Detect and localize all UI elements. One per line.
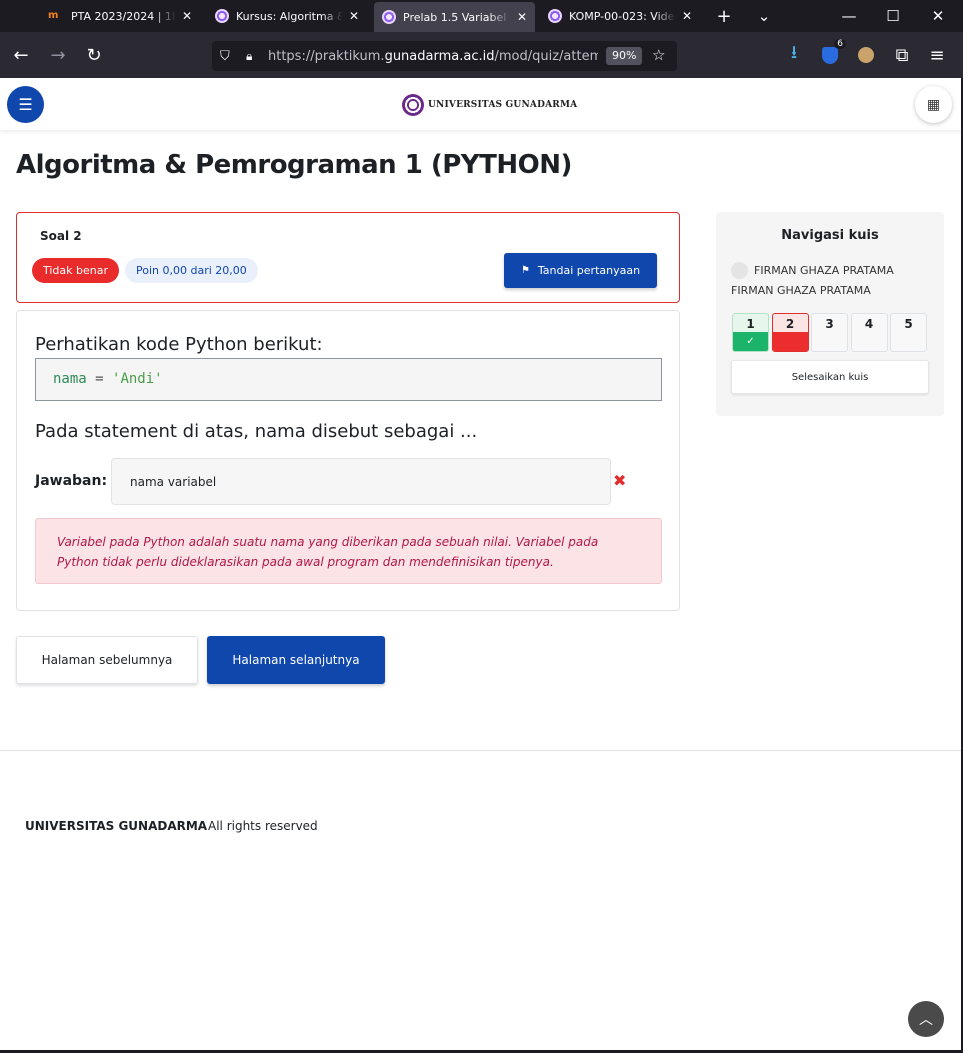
ug-seal-icon bbox=[215, 9, 229, 23]
question-buttons: 1 ✓ 2 3 4 5 bbox=[732, 313, 930, 352]
back-to-top-button[interactable]: ︿ bbox=[908, 1001, 944, 1037]
close-tab-icon[interactable]: ✕ bbox=[682, 9, 692, 23]
blocks-drawer-button[interactable]: ▦ bbox=[915, 86, 952, 123]
hamburger-icon: ☰ bbox=[18, 95, 33, 114]
browser-tab[interactable]: m PTA 2023/2024 | 1IA0 ✕ bbox=[40, 0, 200, 32]
code-variable: nama bbox=[53, 371, 87, 387]
close-tab-icon[interactable]: ✕ bbox=[517, 10, 527, 24]
flag-icon: ⚑ bbox=[520, 265, 530, 276]
finish-attempt-button[interactable]: Selesaikan kuis bbox=[731, 360, 929, 394]
user-info: FIRMAN GHAZA PRATAMA FIRMAN GHAZA PRATAM… bbox=[731, 261, 931, 301]
user-name: FIRMAN GHAZA PRATAMA FIRMAN GHAZA PRATAM… bbox=[731, 264, 894, 297]
lock-icon[interactable]: 🔒︎ bbox=[246, 49, 260, 64]
extensions-icon[interactable]: ⧉ bbox=[891, 44, 913, 66]
extension-face-icon[interactable] bbox=[855, 44, 877, 66]
browser-tab[interactable]: Kursus: Algoritma & ✕ bbox=[207, 0, 367, 32]
code-string: 'Andi' bbox=[112, 371, 163, 387]
answer-label: Jawaban: bbox=[35, 473, 108, 489]
browser-tab-active[interactable]: Prelab 1.5 Variabel (p ✕ bbox=[374, 2, 535, 32]
question-button-3[interactable]: 3 bbox=[811, 313, 848, 352]
site-logo[interactable]: UNIVERSITAS GUNADARMA bbox=[402, 94, 577, 116]
page-title: Algoritma & Pemrograman 1 (PYTHON) bbox=[16, 150, 572, 180]
flag-question-button[interactable]: ⚑ Tandai pertanyaan bbox=[504, 253, 657, 288]
download-icon[interactable]: ⭳ bbox=[783, 42, 805, 66]
back-icon[interactable]: ← bbox=[10, 44, 32, 66]
question-intro: Perhatikan kode Python berikut: bbox=[35, 334, 323, 355]
drawer-menu-button[interactable]: ☰ bbox=[7, 86, 44, 123]
tab-title: Kursus: Algoritma & bbox=[236, 9, 343, 23]
footer-copyright: All rights reserved bbox=[208, 819, 318, 833]
browser-toolbar: ← → ↻ ⛉ 🔒︎ https://praktikum.gunadarma.a… bbox=[0, 32, 963, 78]
footer-divider bbox=[0, 750, 963, 751]
question-number-label: 5 bbox=[904, 317, 913, 331]
question-text: Pada statement di atas, nama disebut seb… bbox=[35, 421, 478, 442]
question-button-2[interactable]: 2 bbox=[771, 313, 809, 352]
question-button-4[interactable]: 4 bbox=[850, 313, 888, 352]
window-close-icon[interactable]: ✕ bbox=[927, 5, 949, 27]
ug-seal-icon bbox=[548, 9, 562, 23]
question-number-label: 3 bbox=[825, 317, 834, 331]
incorrect-bar bbox=[772, 332, 808, 351]
list-tabs-icon[interactable]: ⌄ bbox=[753, 5, 775, 27]
question-info: Soal 2 Tidak benar Poin 0,00 dari 20,00 … bbox=[16, 212, 680, 303]
quiz-navigation-block: Navigasi kuis FIRMAN GHAZA PRATAMA FIRMA… bbox=[716, 212, 944, 416]
ug-seal-icon bbox=[382, 10, 396, 24]
feedback-text: Variabel pada Python adalah suatu nama y… bbox=[35, 518, 662, 584]
question-number-label: 1 bbox=[746, 317, 755, 331]
browser-tab[interactable]: KOMP-00-023: Video ✕ bbox=[540, 0, 700, 32]
moodle-icon: m bbox=[48, 10, 59, 21]
close-tab-icon[interactable]: ✕ bbox=[182, 9, 192, 23]
question-number: Soal 2 bbox=[40, 229, 82, 243]
incorrect-icon: ✖ bbox=[613, 471, 627, 490]
bookmark-star-icon[interactable]: ☆ bbox=[652, 46, 665, 64]
question-number-label: 2 bbox=[785, 317, 795, 331]
tab-title: Prelab 1.5 Variabel (p bbox=[403, 10, 511, 24]
footer-brand: UNIVERSITAS GUNADARMA bbox=[25, 819, 208, 833]
flag-question-label: Tandai pertanyaan bbox=[537, 264, 641, 277]
grid-icon: ▦ bbox=[926, 96, 941, 113]
code-block: nama = 'Andi' bbox=[35, 358, 662, 401]
zoom-indicator[interactable]: 90% bbox=[606, 47, 643, 65]
quiz-navigation-title: Navigasi kuis bbox=[781, 228, 879, 243]
close-tab-icon[interactable]: ✕ bbox=[349, 9, 359, 23]
answer-field[interactable]: nama variabel bbox=[111, 458, 611, 505]
extension-badge: 6 bbox=[834, 39, 846, 49]
question-number-label: 4 bbox=[864, 317, 874, 331]
site-header: ☰ UNIVERSITAS GUNADARMA ▦ bbox=[0, 78, 963, 130]
reload-icon[interactable]: ↻ bbox=[83, 44, 105, 66]
question-content: Perhatikan kode Python berikut: nama = '… bbox=[16, 310, 680, 611]
maximize-icon[interactable]: ☐ bbox=[882, 5, 904, 27]
code-operator: = bbox=[86, 371, 113, 387]
new-tab-icon[interactable]: + bbox=[713, 5, 735, 27]
app-menu-icon[interactable]: ≡ bbox=[926, 44, 948, 66]
tab-title: PTA 2023/2024 | 1IA0 bbox=[71, 9, 176, 23]
status-badge: Tidak benar bbox=[32, 258, 120, 283]
next-page-button[interactable]: Halaman selanjutnya bbox=[207, 636, 385, 684]
tab-title: KOMP-00-023: Video bbox=[569, 9, 676, 23]
shield-icon[interactable]: ⛉ bbox=[220, 49, 236, 64]
browser-tab-bar: m PTA 2023/2024 | 1IA0 ✕ Kursus: Algorit… bbox=[0, 0, 963, 32]
question-button-1[interactable]: 1 ✓ bbox=[732, 313, 769, 352]
check-icon: ✓ bbox=[733, 332, 768, 351]
minimize-icon[interactable]: — bbox=[838, 5, 860, 27]
university-seal-icon bbox=[402, 94, 424, 116]
previous-page-button[interactable]: Halaman sebelumnya bbox=[16, 636, 198, 684]
address-bar[interactable]: ⛉ 🔒︎ https://praktikum.gunadarma.ac.id/m… bbox=[212, 41, 677, 71]
url-text[interactable]: https://praktikum.gunadarma.ac.id/mod/qu… bbox=[268, 49, 598, 64]
question-button-5[interactable]: 5 bbox=[890, 313, 927, 352]
chevron-up-icon: ︿ bbox=[919, 1012, 933, 1028]
extension-shield-icon[interactable]: 6 bbox=[819, 39, 846, 66]
site-logo-text: UNIVERSITAS GUNADARMA bbox=[428, 100, 578, 110]
points-badge: Poin 0,00 dari 20,00 bbox=[125, 258, 258, 283]
forward-icon[interactable]: → bbox=[47, 44, 69, 66]
avatar bbox=[731, 261, 748, 279]
